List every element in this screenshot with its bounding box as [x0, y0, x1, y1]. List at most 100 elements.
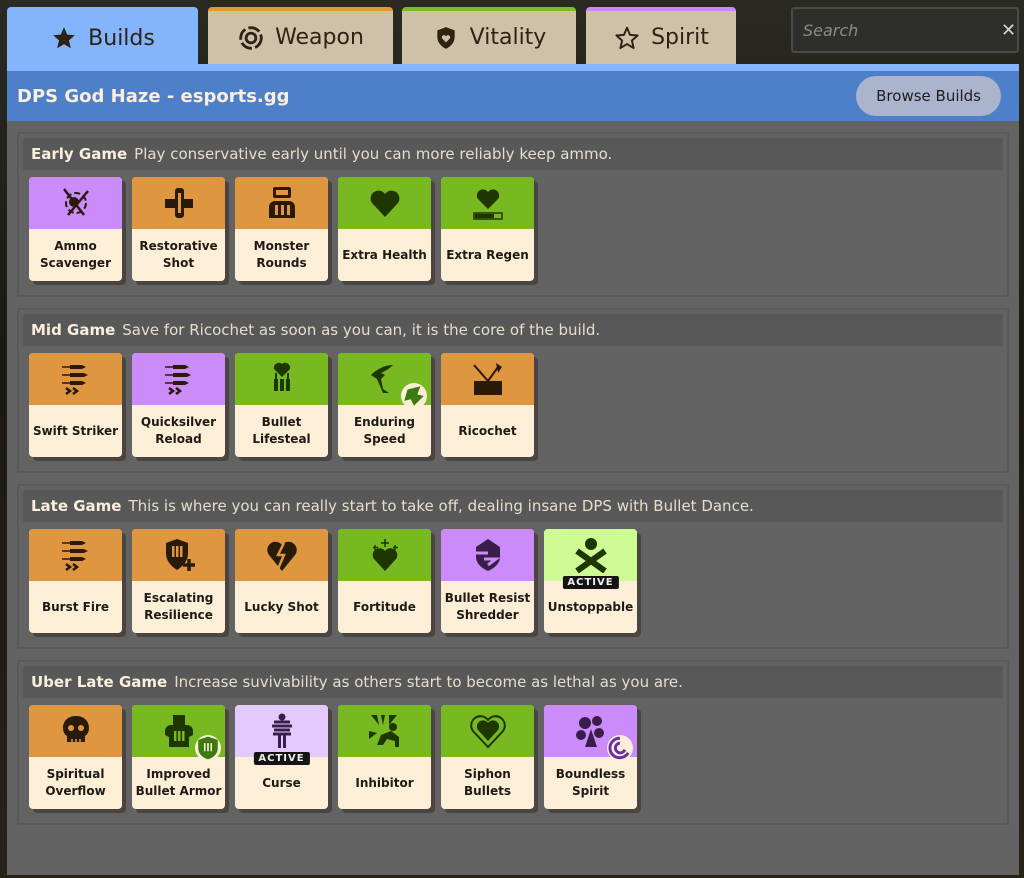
- section-name: Uber Late Game: [31, 673, 168, 691]
- tab-builds[interactable]: Builds: [7, 7, 198, 69]
- item-card[interactable]: Swift Striker: [29, 353, 122, 457]
- item-label: Siphon Bullets: [464, 767, 511, 798]
- weapon-ring-icon: [237, 24, 265, 52]
- sparkle-heart-icon: [367, 537, 403, 573]
- item-card[interactable]: Bullet Resist Shredder: [441, 529, 534, 633]
- item-list: Spiritual Overflow Improved Bullet Armor…: [23, 705, 1003, 809]
- item-label: Fortitude: [353, 599, 416, 614]
- spirit-badge-icon: [607, 735, 633, 761]
- item-card[interactable]: Inhibitor: [338, 705, 431, 809]
- item-card[interactable]: Spiritual Overflow: [29, 705, 122, 809]
- item-card[interactable]: Monster Rounds: [235, 177, 328, 281]
- item-card[interactable]: Restorative Shot: [132, 177, 225, 281]
- item-card[interactable]: ACTIVE Unstoppable: [544, 529, 637, 633]
- tab-spirit[interactable]: Spirit: [586, 7, 736, 64]
- item-card[interactable]: Extra Health: [338, 177, 431, 281]
- crossed-arms-icon: [573, 537, 609, 573]
- item-label: Lucky Shot: [244, 599, 319, 614]
- tab-label: Weapon: [275, 25, 364, 50]
- item-label: Ricochet: [458, 423, 517, 438]
- item-icon-area: [29, 529, 122, 581]
- bullets-chevron-icon: [161, 361, 197, 397]
- item-icon-area: [132, 353, 225, 405]
- build-section: Mid Game Save for Ricochet as soon as yo…: [17, 308, 1009, 473]
- armor-icon: [161, 713, 197, 749]
- item-icon-area: [338, 177, 431, 229]
- tab-label: Vitality: [469, 25, 547, 50]
- shield-plus-icon: [161, 537, 197, 573]
- search-box: ✕: [791, 7, 1019, 53]
- item-label: Restorative Shot: [139, 239, 218, 270]
- item-icon-area: [29, 705, 122, 757]
- shield-badge-icon: [195, 735, 221, 761]
- browse-builds-button[interactable]: Browse Builds: [856, 76, 1001, 116]
- item-label: Spiritual Overflow: [45, 767, 106, 798]
- bullets-chevron-icon: [58, 361, 94, 397]
- tab-label: Spirit: [651, 25, 709, 50]
- item-card[interactable]: Boundless Spirit: [544, 705, 637, 809]
- item-card[interactable]: Siphon Bullets: [441, 705, 534, 809]
- item-label: Extra Health: [342, 247, 427, 262]
- plus-bullet-icon: [161, 185, 197, 221]
- item-card[interactable]: Lucky Shot: [235, 529, 328, 633]
- item-icon-area: [132, 177, 225, 229]
- item-icon-area: [235, 353, 328, 405]
- cursed-figure-icon: [264, 713, 300, 749]
- active-badge: ACTIVE: [562, 576, 619, 589]
- item-label: Bullet Lifesteal: [252, 415, 311, 446]
- item-label: Extra Regen: [446, 247, 529, 262]
- item-card[interactable]: ACTIVE Curse: [235, 705, 328, 809]
- item-icon-area: [29, 353, 122, 405]
- item-card[interactable]: Ammo Scavenger: [29, 177, 122, 281]
- item-icon-area: [235, 177, 328, 229]
- item-icon-area: [441, 177, 534, 229]
- item-card[interactable]: Enduring Speed: [338, 353, 431, 457]
- item-icon-area: [338, 529, 431, 581]
- build-sections: Early Game Play conservative early until…: [7, 121, 1019, 825]
- item-icon-area: [235, 529, 328, 581]
- winged-foot-icon: [367, 361, 403, 397]
- ricochet-icon: [470, 361, 506, 397]
- item-icon-area: [441, 353, 534, 405]
- item-icon-area: [338, 353, 431, 409]
- item-card[interactable]: Burst Fire: [29, 529, 122, 633]
- build-section: Early Game Play conservative early until…: [17, 132, 1009, 297]
- item-icon-area: [441, 529, 534, 581]
- bullets-chevron-icon: [58, 537, 94, 573]
- close-icon[interactable]: ✕: [1001, 20, 1016, 41]
- item-list: Ammo Scavenger Restorative Shot Monster …: [23, 177, 1003, 281]
- section-header: Early Game Play conservative early until…: [23, 138, 1003, 170]
- item-icon-area: [544, 705, 637, 761]
- item-card[interactable]: Ricochet: [441, 353, 534, 457]
- item-card[interactable]: Extra Regen: [441, 177, 534, 281]
- item-label: Monster Rounds: [253, 239, 310, 270]
- item-label: Inhibitor: [355, 775, 414, 790]
- tab-label: Builds: [88, 25, 155, 51]
- heart-icon: [367, 185, 403, 221]
- shred-shield-icon: [470, 537, 506, 573]
- item-card[interactable]: Escalating Resilience: [132, 529, 225, 633]
- spirit-swirl-icon: [573, 713, 609, 749]
- item-card[interactable]: Bullet Lifesteal: [235, 353, 328, 457]
- section-description: This is where you can really start to ta…: [128, 497, 754, 515]
- broken-heart-icon: [264, 537, 300, 573]
- active-badge: ACTIVE: [253, 752, 310, 765]
- item-icon-area: [338, 705, 431, 757]
- item-card[interactable]: Fortitude: [338, 529, 431, 633]
- heart-bar-icon: [470, 185, 506, 221]
- item-card[interactable]: Improved Bullet Armor: [132, 705, 225, 809]
- item-icon-area: [132, 529, 225, 581]
- item-card[interactable]: Quicksilver Reload: [132, 353, 225, 457]
- tab-vitality[interactable]: Vitality: [402, 7, 576, 64]
- panel-accent-strip: [7, 64, 1019, 71]
- item-icon-area: [441, 705, 534, 757]
- siphon-heart-icon: [469, 713, 506, 749]
- item-icon-area: ACTIVE: [235, 705, 328, 765]
- item-label: Ammo Scavenger: [39, 239, 111, 270]
- search-input[interactable]: [803, 20, 1001, 40]
- tab-weapon[interactable]: Weapon: [208, 7, 393, 64]
- item-icon-area: ACTIVE: [544, 529, 637, 589]
- item-label: Bullet Resist Shredder: [444, 591, 531, 622]
- star-icon: [50, 24, 78, 52]
- item-icon-area: [29, 177, 122, 229]
